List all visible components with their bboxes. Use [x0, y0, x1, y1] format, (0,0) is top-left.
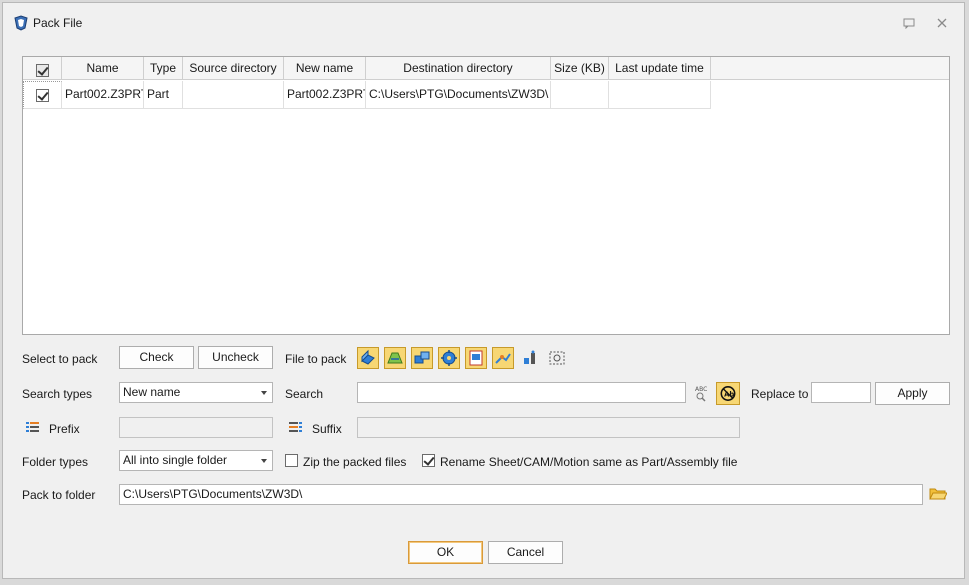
- prefix-input[interactable]: [119, 417, 273, 438]
- select-all-cell[interactable]: [23, 57, 62, 80]
- zip-checkbox[interactable]: [285, 454, 298, 467]
- suffix-list-icon: [288, 420, 304, 434]
- pack-file-dialog: Pack File Name Type Source directory New…: [2, 2, 965, 579]
- column-header-destination-directory[interactable]: Destination directory: [366, 57, 551, 80]
- pack-file-app-icon: [13, 15, 29, 31]
- cell-source-directory: [183, 81, 284, 109]
- drawing-filter-icon[interactable]: [384, 347, 406, 369]
- chevron-down-icon: [261, 459, 267, 463]
- apply-button[interactable]: Apply: [875, 382, 950, 405]
- cam-filter-icon[interactable]: [438, 347, 460, 369]
- title-bar: Pack File: [3, 3, 964, 41]
- replace-to-input[interactable]: [811, 382, 871, 403]
- suffix-label: Suffix: [312, 422, 342, 436]
- cell-destination-directory[interactable]: C:\Users\PTG\Documents\ZW3D\: [366, 81, 551, 109]
- folder-types-select[interactable]: All into single folder: [119, 450, 273, 471]
- window-title: Pack File: [33, 16, 83, 30]
- close-icon[interactable]: [934, 17, 950, 31]
- zip-label[interactable]: Zip the packed files: [303, 454, 406, 470]
- row-checkbox-cell[interactable]: [23, 81, 62, 109]
- cell-size: [551, 81, 609, 109]
- cell-last-update-time: [609, 81, 711, 109]
- replace-to-label: Replace to: [751, 387, 809, 401]
- folder-types-value: All into single folder: [123, 453, 228, 467]
- rename-checkbox[interactable]: [422, 454, 435, 467]
- search-types-value: New name: [123, 385, 181, 399]
- cell-new-name[interactable]: Part002.Z3PRT: [284, 81, 366, 109]
- table-header: Name Type Source directory New name Dest…: [23, 57, 949, 80]
- row-checkbox[interactable]: [36, 89, 49, 103]
- file-to-pack-label: File to pack: [285, 352, 347, 366]
- assembly-filter-icon[interactable]: [411, 347, 433, 369]
- whole-word-toggle-icon[interactable]: Ab: [716, 382, 740, 405]
- column-header-new-name[interactable]: New name: [284, 57, 366, 80]
- pack-to-folder-label: Pack to folder: [22, 488, 96, 502]
- column-header-type[interactable]: Type: [144, 57, 183, 80]
- search-types-select[interactable]: New name: [119, 382, 273, 403]
- folder-browse-icon[interactable]: [929, 485, 947, 501]
- search-label: Search: [285, 387, 324, 401]
- select-to-pack-label: Select to pack: [22, 352, 98, 366]
- column-header-source-directory[interactable]: Source directory: [183, 57, 284, 80]
- column-header-size[interactable]: Size (KB): [551, 57, 609, 80]
- ok-button[interactable]: OK: [408, 541, 483, 564]
- file-table: Name Type Source directory New name Dest…: [22, 56, 950, 335]
- column-header-last-update-time[interactable]: Last update time: [609, 57, 711, 80]
- motion-filter-icon[interactable]: [492, 347, 514, 369]
- uncheck-button[interactable]: Uncheck: [198, 346, 273, 369]
- search-input[interactable]: [357, 382, 686, 403]
- check-button[interactable]: Check: [119, 346, 194, 369]
- folder-types-label: Folder types: [22, 455, 89, 469]
- part-filter-icon[interactable]: [357, 347, 379, 369]
- cell-type: Part: [144, 81, 183, 109]
- svg-text:ABC: ABC: [695, 386, 707, 393]
- cell-name: Part002.Z3PRT: [62, 81, 144, 109]
- screenshot-icon[interactable]: [548, 349, 566, 367]
- sheet-filter-icon[interactable]: [465, 347, 487, 369]
- help-chat-icon[interactable]: [901, 17, 917, 31]
- column-header-name[interactable]: Name: [62, 57, 144, 80]
- select-all-checkbox[interactable]: [35, 64, 49, 78]
- rename-label[interactable]: Rename Sheet/CAM/Motion same as Part/Ass…: [440, 454, 737, 470]
- chevron-down-icon: [261, 391, 267, 395]
- prefix-label: Prefix: [49, 422, 80, 436]
- suffix-input[interactable]: [357, 417, 740, 438]
- prefix-list-icon: [25, 420, 41, 434]
- reference-icon[interactable]: [521, 349, 539, 367]
- search-types-label: Search types: [22, 387, 93, 401]
- match-case-icon[interactable]: ABC: [693, 384, 709, 402]
- cancel-button[interactable]: Cancel: [488, 541, 563, 564]
- table-row[interactable]: Part002.Z3PRT Part Part002.Z3PRT C:\User…: [23, 81, 711, 109]
- pack-to-folder-input[interactable]: C:\Users\PTG\Documents\ZW3D\: [119, 484, 923, 505]
